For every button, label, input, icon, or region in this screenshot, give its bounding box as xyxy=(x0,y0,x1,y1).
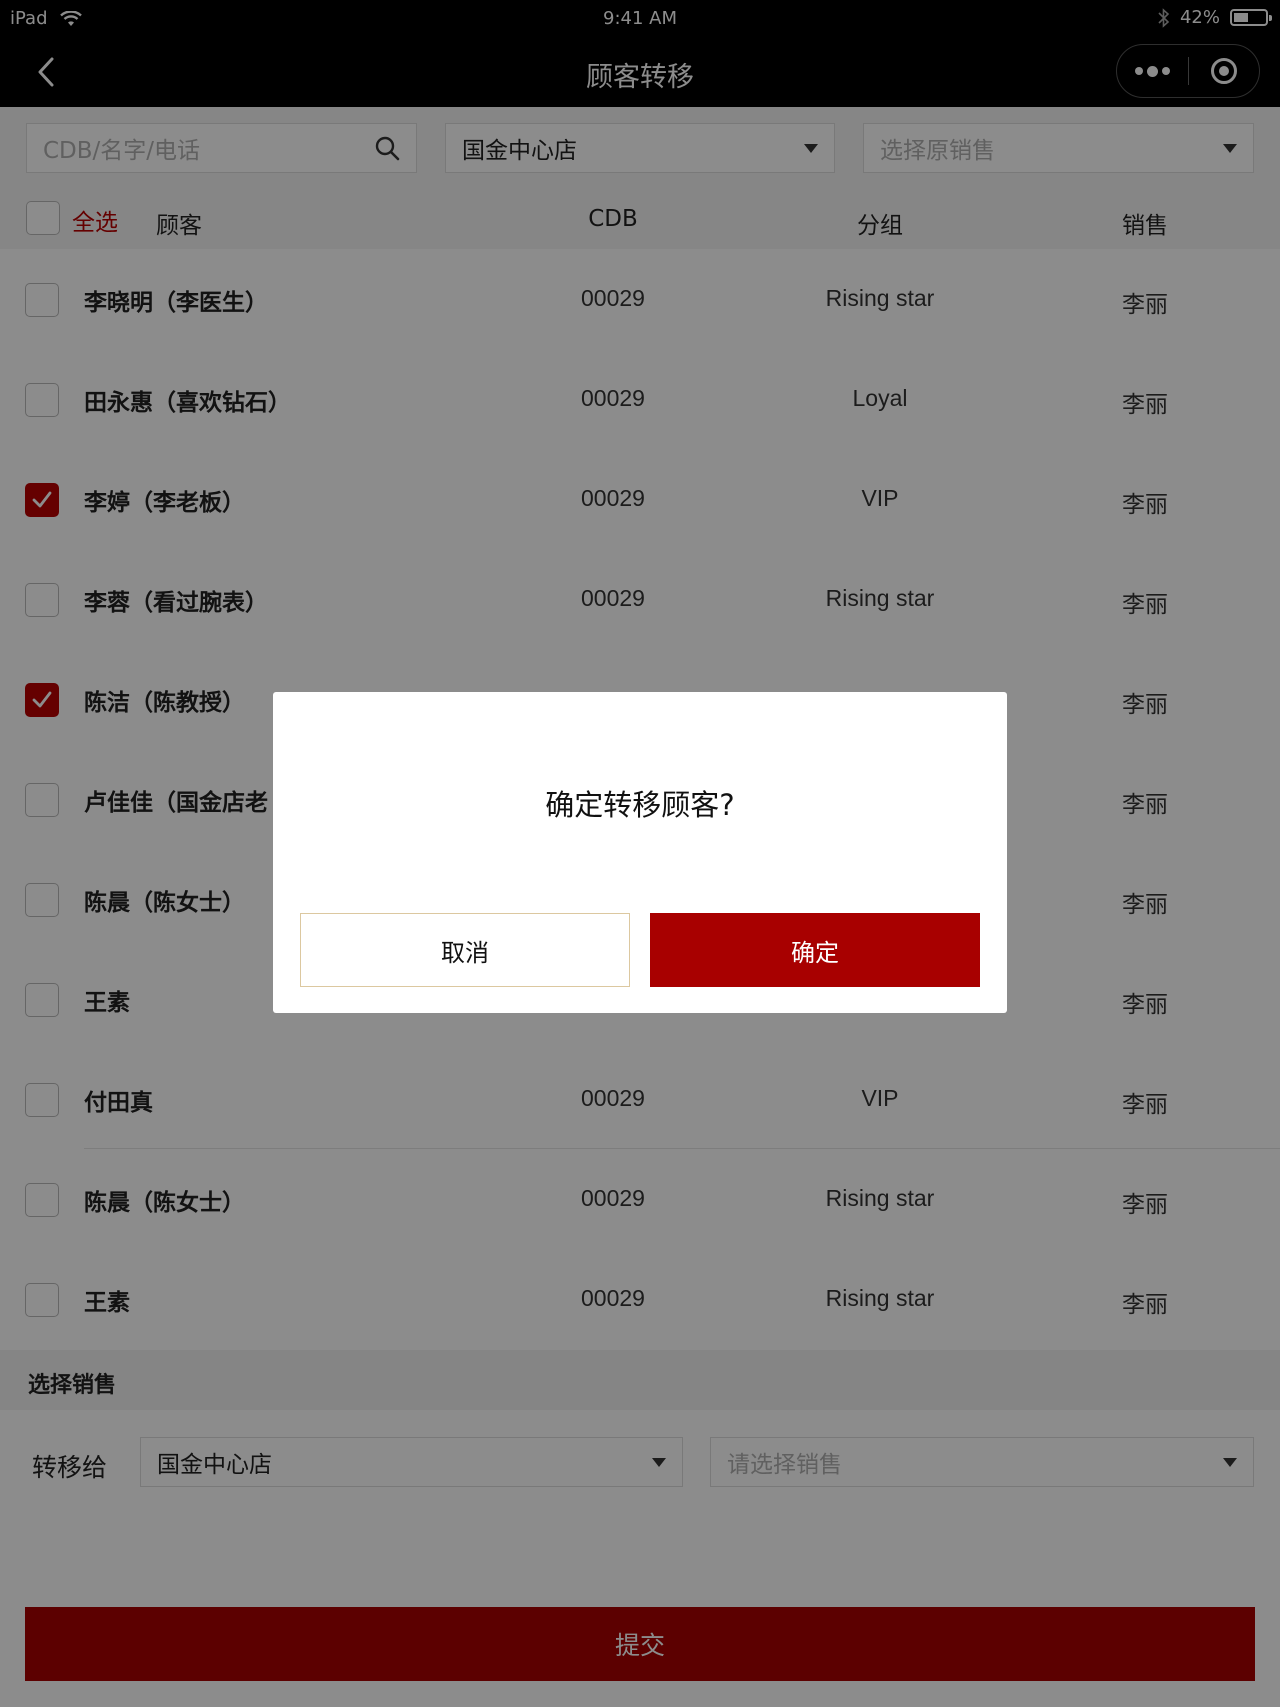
dialog-message: 确定转移顾客? xyxy=(545,788,735,822)
confirm-button[interactable]: 确定 xyxy=(650,913,980,987)
confirm-dialog: 确定转移顾客? 取消 确定 xyxy=(273,692,1007,1013)
cancel-button[interactable]: 取消 xyxy=(300,913,630,987)
